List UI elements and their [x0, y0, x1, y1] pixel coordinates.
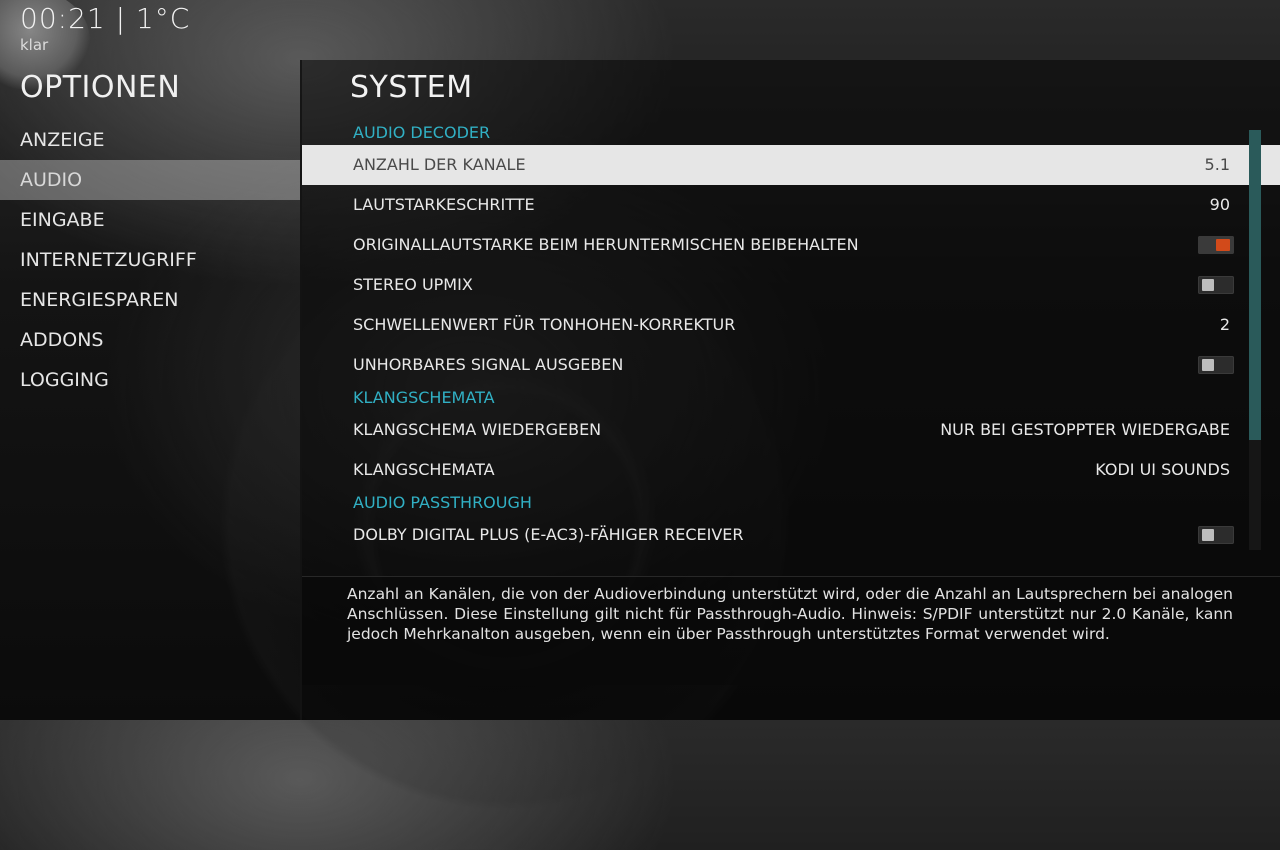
- section-header-audio-passthrough: AUDIO PASSTHROUGH: [353, 493, 532, 512]
- toggle-knob: [1202, 359, 1214, 371]
- setting-label: STEREO UPMIX: [353, 275, 473, 294]
- section-header-audio-decoder: AUDIO DECODER: [353, 123, 491, 142]
- setting-row-play-scheme[interactable]: KLANGSCHEMA WIEDERGEBEN NUR BEI GESTOPPT…: [302, 410, 1262, 450]
- setting-row-inaudible-signal[interactable]: UNHORBARES SIGNAL AUSGEBEN: [302, 345, 1262, 385]
- menu-item-addons[interactable]: ADDONS: [0, 320, 300, 360]
- setting-label: LAUTSTARKESCHRITTE: [353, 195, 535, 214]
- menu-item-logging[interactable]: LOGGING: [0, 360, 300, 400]
- setting-label: ORIGINALLAUTSTARKE BEIM HERUNTERMISCHEN …: [353, 235, 859, 254]
- setting-label: DOLBY DIGITAL PLUS (E-AC3)-FÄHIGER RECEI…: [353, 525, 744, 544]
- setting-value: NUR BEI GESTOPPTER WIEDERGABE: [940, 420, 1230, 439]
- toggle-knob: [1202, 279, 1214, 291]
- section-header-sound-schemes: KLANGSCHEMATA: [353, 388, 495, 407]
- setting-value: 2: [1219, 315, 1230, 334]
- menu-item-anzeige[interactable]: ANZEIGE: [0, 120, 300, 160]
- setting-value: 5.1: [1204, 155, 1230, 174]
- menu-item-audio[interactable]: AUDIO: [0, 160, 300, 200]
- menu-item-eingabe[interactable]: EINGABE: [0, 200, 300, 240]
- setting-row-pitch-threshold[interactable]: SCHWELLENWERT FÜR TONHOHEN-KORREKTUR 2: [302, 305, 1262, 345]
- setting-row-stereo-upmix[interactable]: STEREO UPMIX: [302, 265, 1262, 305]
- setting-description: Anzahl an Kanälen, die von der Audioverb…: [347, 585, 1233, 643]
- setting-value: 90: [1209, 195, 1230, 214]
- setting-row-volume-steps[interactable]: LAUTSTARKESCHRITTE 90: [302, 185, 1262, 225]
- setting-value: KODI UI SOUNDS: [1095, 460, 1230, 479]
- setting-row-channels[interactable]: ANZAHL DER KANALE 5.1: [302, 145, 1280, 185]
- toggle-switch-off[interactable]: [1198, 526, 1234, 544]
- toggle-switch-on[interactable]: [1198, 236, 1234, 254]
- setting-row-schemes[interactable]: KLANGSCHEMATA KODI UI SOUNDS: [302, 450, 1262, 490]
- clock-temperature: 00:21 | 1°C: [20, 2, 191, 35]
- toggle-switch-off[interactable]: [1198, 276, 1234, 294]
- settings-category-menu: ANZEIGE AUDIO EINGABE INTERNETZUGRIFF EN…: [0, 120, 300, 400]
- settings-scrollbar[interactable]: [1249, 130, 1261, 550]
- menu-item-energiesparen[interactable]: ENERGIESPAREN: [0, 280, 300, 320]
- toggle-switch-off[interactable]: [1198, 356, 1234, 374]
- setting-row-keep-volume[interactable]: ORIGINALLAUTSTARKE BEIM HERUNTERMISCHEN …: [302, 225, 1262, 265]
- setting-label: ANZAHL DER KANALE: [353, 155, 526, 174]
- setting-label: KLANGSCHEMA WIEDERGEBEN: [353, 420, 602, 439]
- weather-condition: klar: [20, 36, 49, 54]
- setting-label: UNHORBARES SIGNAL AUSGEBEN: [353, 355, 624, 374]
- options-title: OPTIONEN: [20, 70, 181, 105]
- panel-title: SYSTEM: [350, 70, 473, 105]
- toggle-knob: [1216, 239, 1230, 251]
- setting-label: SCHWELLENWERT FÜR TONHOHEN-KORREKTUR: [353, 315, 736, 334]
- setting-row-eac3[interactable]: DOLBY DIGITAL PLUS (E-AC3)-FÄHIGER RECEI…: [302, 515, 1262, 555]
- scrollbar-thumb[interactable]: [1249, 130, 1261, 440]
- toggle-knob: [1202, 529, 1214, 541]
- settings-list: AUDIO DECODER ANZAHL DER KANALE 5.1 LAUT…: [302, 120, 1280, 555]
- setting-label: KLANGSCHEMATA: [353, 460, 495, 479]
- menu-item-internetzugriff[interactable]: INTERNETZUGRIFF: [0, 240, 300, 280]
